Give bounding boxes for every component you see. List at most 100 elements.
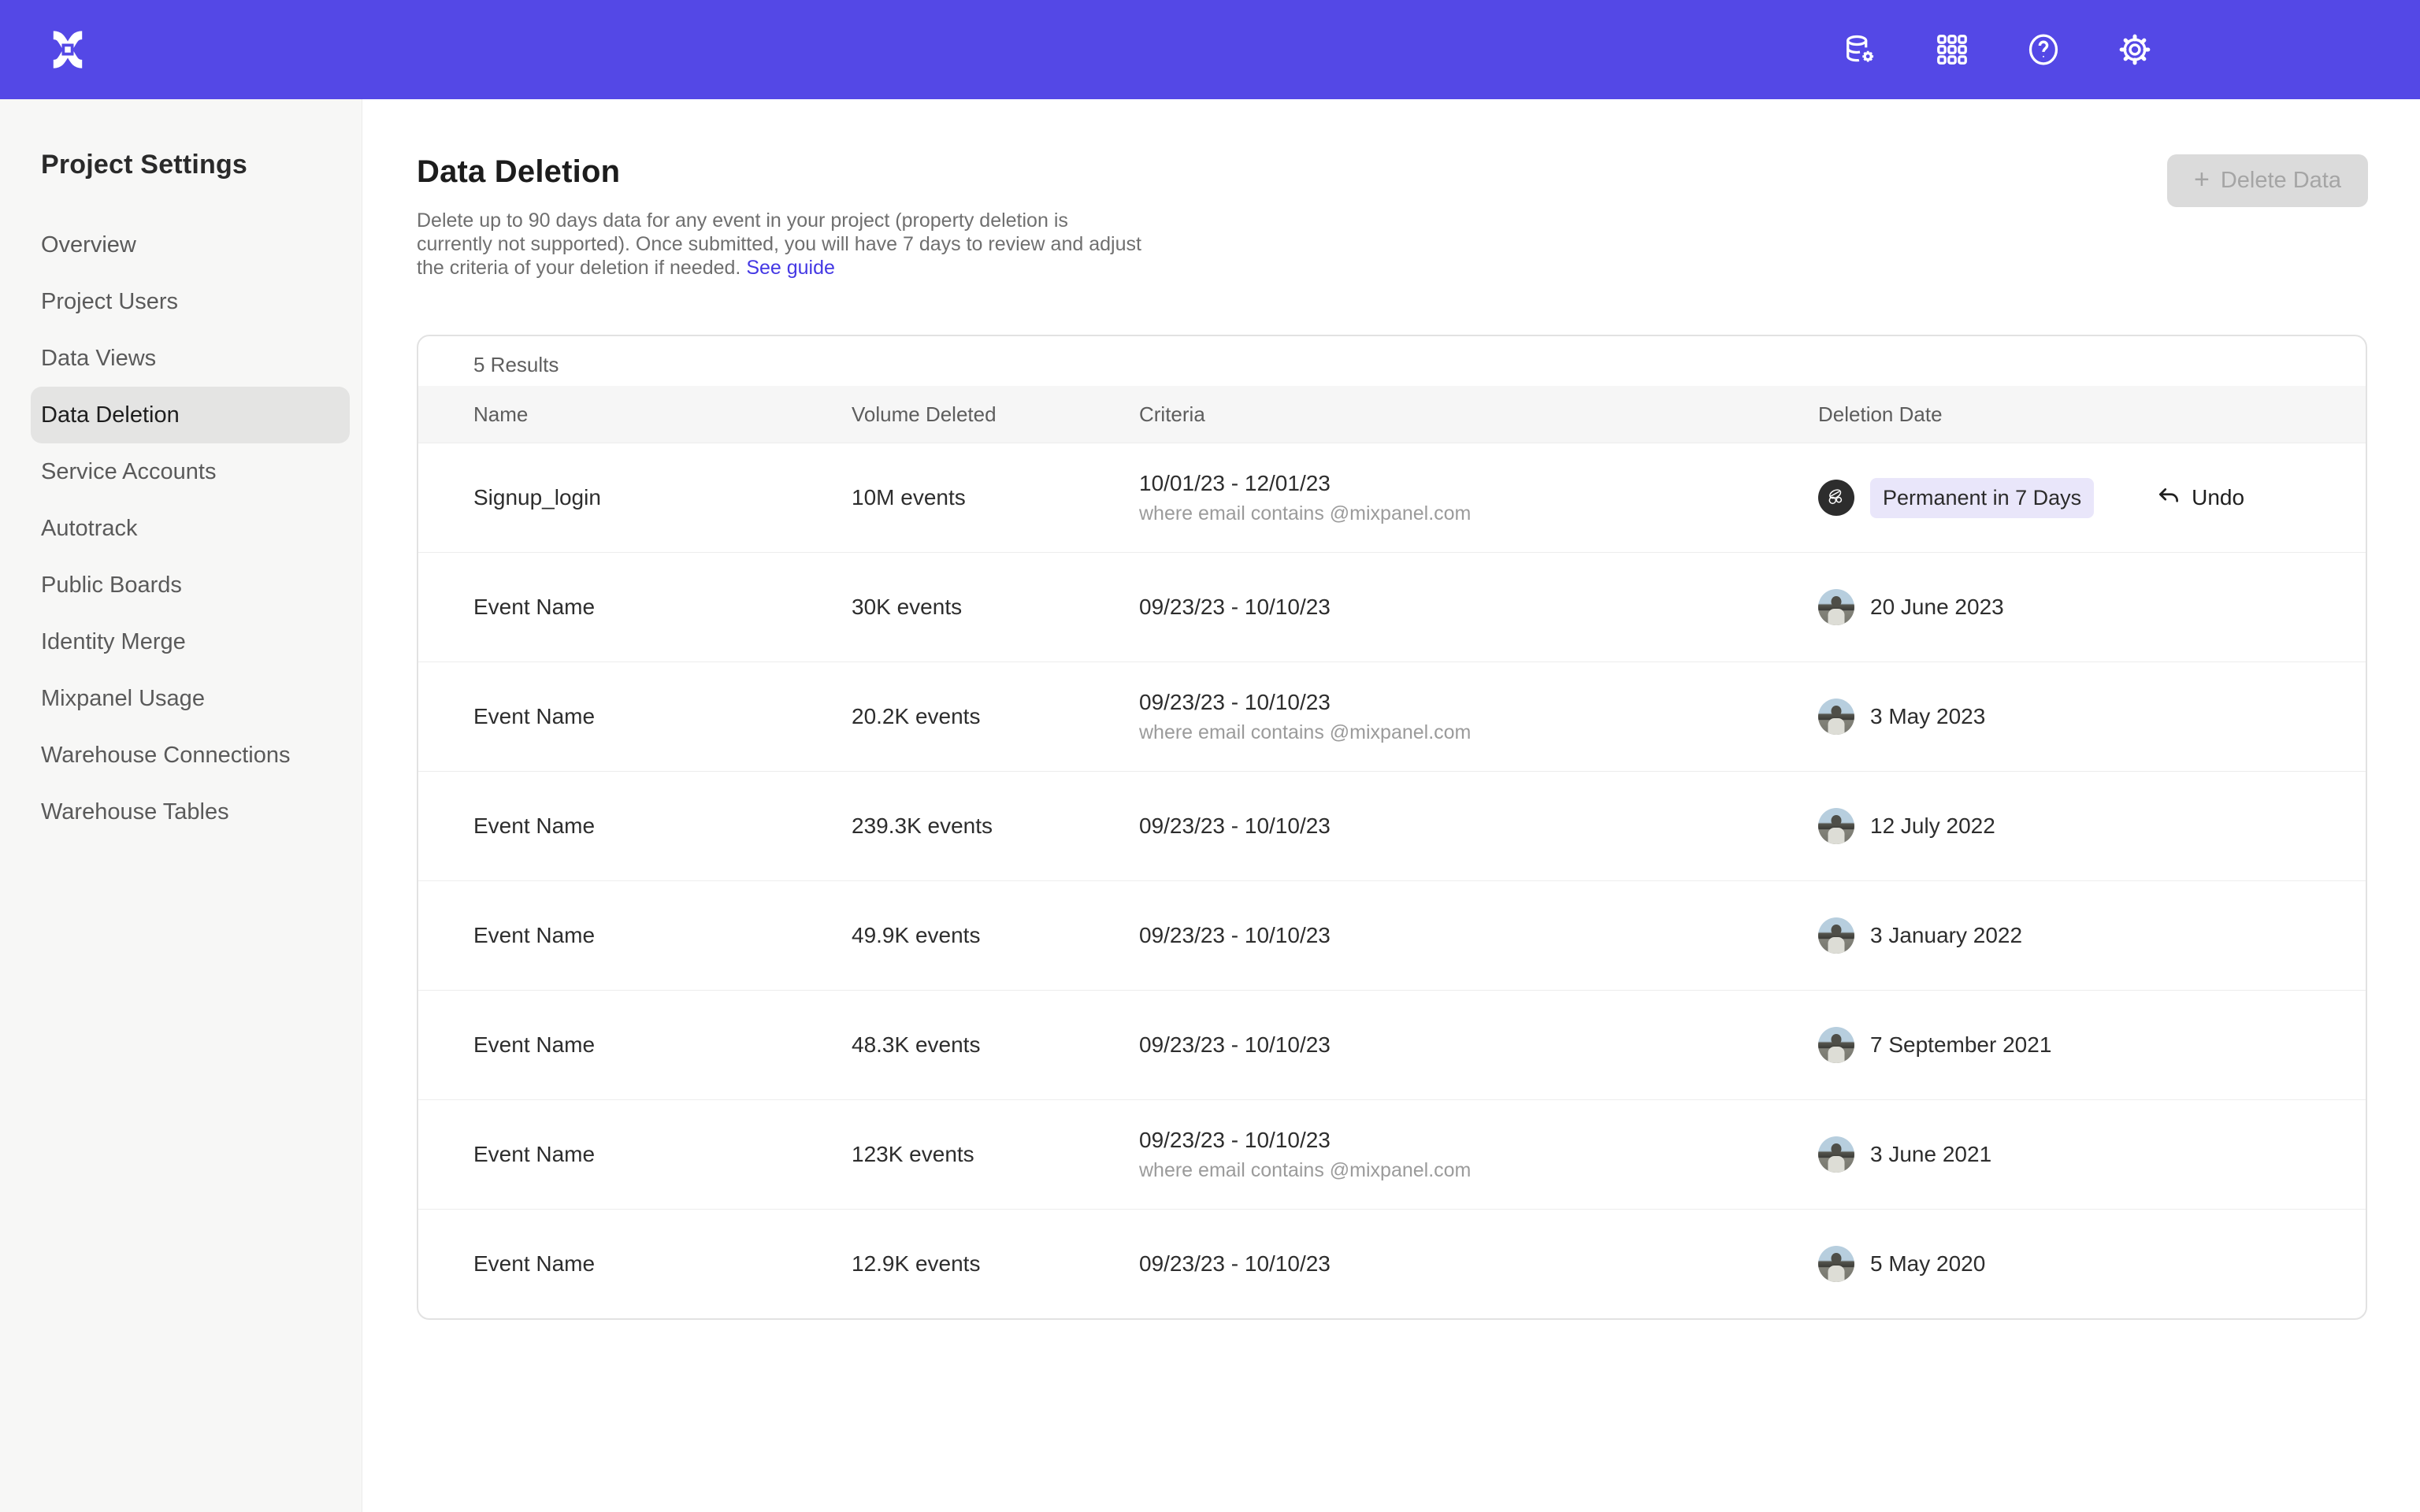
row-criteria: 09/23/23 - 10/10/23 [1139, 923, 1818, 948]
table-row: Event Name 239.3K events 09/23/23 - 10/1… [418, 771, 2366, 880]
row-deletion-date: 7 September 2021 [1818, 1027, 2334, 1063]
row-volume: 20.2K events [852, 704, 1139, 729]
deletion-date-label: 3 June 2021 [1870, 1142, 1991, 1167]
row-name: Event Name [473, 923, 852, 948]
avatar [1818, 1136, 1854, 1173]
row-name: Event Name [473, 595, 852, 620]
page-description: Delete up to 90 days data for any event … [417, 209, 1141, 280]
table-row: Event Name 30K events 09/23/23 - 10/10/2… [418, 552, 2366, 662]
apps-grid-button[interactable] [1930, 28, 1974, 72]
row-name: Event Name [473, 1142, 852, 1167]
row-name: Signup_login [473, 485, 852, 510]
sidebar-title: Project Settings [0, 99, 362, 180]
sidebar-item-mixpanel-usage[interactable]: Mixpanel Usage [0, 670, 362, 727]
row-volume: 49.9K events [852, 923, 1139, 948]
database-gear-icon [1843, 32, 1879, 68]
avatar [1818, 589, 1854, 625]
deletion-date-label: 12 July 2022 [1870, 813, 1995, 839]
sidebar-item-warehouse-connections[interactable]: Warehouse Connections [0, 727, 362, 784]
sidebar-item-project-users[interactable]: Project Users [0, 273, 362, 330]
settings-gear-icon [2117, 32, 2153, 68]
undo-icon [2155, 484, 2182, 511]
avatar-illustration-icon [1824, 485, 1849, 510]
deletion-date-label: 7 September 2021 [1870, 1032, 2051, 1058]
row-deletion-date: Permanent in 7 Days Undo [1818, 478, 2334, 518]
row-volume: 123K events [852, 1142, 1139, 1167]
sidebar: Project Settings Overview Project Users … [0, 99, 362, 1512]
deletion-date-label: 3 May 2023 [1870, 704, 1985, 729]
sidebar-menu: Overview Project Users Data Views Data D… [0, 217, 362, 840]
row-criteria: 09/23/23 - 10/10/23 where email contains… [1139, 690, 1818, 744]
sidebar-item-data-deletion[interactable]: Data Deletion [31, 387, 350, 443]
sidebar-item-identity-merge[interactable]: Identity Merge [0, 613, 362, 670]
deletion-date-label: 3 January 2022 [1870, 923, 2022, 948]
see-guide-link[interactable]: See guide [746, 257, 835, 279]
row-criteria: 09/23/23 - 10/10/23 where email contains… [1139, 1128, 1818, 1182]
row-criteria-filter: where email contains @mixpanel.com [1139, 502, 1818, 525]
table-row: Event Name 48.3K events 09/23/23 - 10/10… [418, 990, 2366, 1099]
nav-icon-group [1839, 28, 2157, 72]
table-header-row: Name Volume Deleted Criteria Deletion Da… [418, 386, 2366, 443]
main-content: Data Deletion Delete up to 90 days data … [362, 99, 2420, 1512]
row-volume: 30K events [852, 595, 1139, 620]
row-volume: 10M events [852, 485, 1139, 510]
row-criteria-range: 09/23/23 - 10/10/23 [1139, 690, 1818, 715]
status-badge: Permanent in 7 Days [1870, 478, 2094, 518]
avatar [1818, 917, 1854, 954]
delete-data-button-label: Delete Data [2221, 168, 2341, 194]
row-name: Event Name [473, 813, 852, 839]
sidebar-item-service-accounts[interactable]: Service Accounts [0, 443, 362, 500]
row-deletion-date: 3 January 2022 [1818, 917, 2334, 954]
row-criteria-range: 09/23/23 - 10/10/23 [1139, 1032, 1818, 1058]
table-row: Event Name 123K events 09/23/23 - 10/10/… [418, 1099, 2366, 1209]
help-icon [2025, 32, 2062, 68]
table-row: Event Name 12.9K events 09/23/23 - 10/10… [418, 1209, 2366, 1318]
undo-label: Undo [2192, 485, 2244, 510]
row-deletion-date: 3 June 2021 [1818, 1136, 2334, 1173]
row-name: Event Name [473, 1251, 852, 1277]
settings-button[interactable] [2113, 28, 2157, 72]
row-criteria: 10/01/23 - 12/01/23 where email contains… [1139, 471, 1818, 525]
sidebar-item-autotrack[interactable]: Autotrack [0, 500, 362, 557]
sidebar-item-overview[interactable]: Overview [0, 217, 362, 273]
results-count: 5 Results [418, 336, 2366, 386]
row-criteria-range: 09/23/23 - 10/10/23 [1139, 595, 1818, 620]
column-header-criteria: Criteria [1139, 402, 1818, 427]
row-deletion-date: 20 June 2023 [1818, 589, 2334, 625]
table-row: Event Name 20.2K events 09/23/23 - 10/10… [418, 662, 2366, 771]
page-header: Data Deletion Delete up to 90 days data … [417, 154, 2368, 280]
avatar [1818, 480, 1854, 516]
table-row: Signup_login 10M events 10/01/23 - 12/01… [418, 443, 2366, 552]
column-header-deletion-date: Deletion Date [1818, 402, 2334, 427]
sidebar-item-data-views[interactable]: Data Views [0, 330, 362, 387]
mixpanel-logo-icon[interactable] [44, 26, 91, 73]
row-criteria-filter: where email contains @mixpanel.com [1139, 721, 1818, 744]
row-criteria: 09/23/23 - 10/10/23 [1139, 1251, 1818, 1277]
sidebar-item-warehouse-tables[interactable]: Warehouse Tables [0, 784, 362, 840]
app-root: Project Settings Overview Project Users … [0, 0, 2420, 1512]
undo-button[interactable]: Undo [2155, 484, 2244, 511]
row-name: Event Name [473, 704, 852, 729]
sidebar-item-public-boards[interactable]: Public Boards [0, 557, 362, 613]
data-management-button[interactable] [1839, 28, 1883, 72]
page-header-text: Data Deletion Delete up to 90 days data … [417, 154, 1141, 280]
avatar [1818, 1246, 1854, 1282]
avatar [1818, 699, 1854, 735]
column-header-name: Name [473, 402, 852, 427]
table-row: Event Name 49.9K events 09/23/23 - 10/10… [418, 880, 2366, 990]
row-criteria: 09/23/23 - 10/10/23 [1139, 813, 1818, 839]
apps-grid-icon [1934, 32, 1970, 68]
row-criteria: 09/23/23 - 10/10/23 [1139, 595, 1818, 620]
help-button[interactable] [2021, 28, 2066, 72]
deletion-date-label: 20 June 2023 [1870, 595, 2004, 620]
row-criteria-range: 09/23/23 - 10/10/23 [1139, 1251, 1818, 1277]
row-criteria-range: 09/23/23 - 10/10/23 [1139, 813, 1818, 839]
row-deletion-date: 12 July 2022 [1818, 808, 2334, 844]
delete-data-button[interactable]: + Delete Data [2167, 154, 2368, 207]
row-criteria-range: 09/23/23 - 10/10/23 [1139, 923, 1818, 948]
row-criteria: 09/23/23 - 10/10/23 [1139, 1032, 1818, 1058]
top-nav [0, 0, 2420, 99]
row-criteria-range: 10/01/23 - 12/01/23 [1139, 471, 1818, 496]
avatar [1818, 1027, 1854, 1063]
row-deletion-date: 5 May 2020 [1818, 1246, 2334, 1282]
